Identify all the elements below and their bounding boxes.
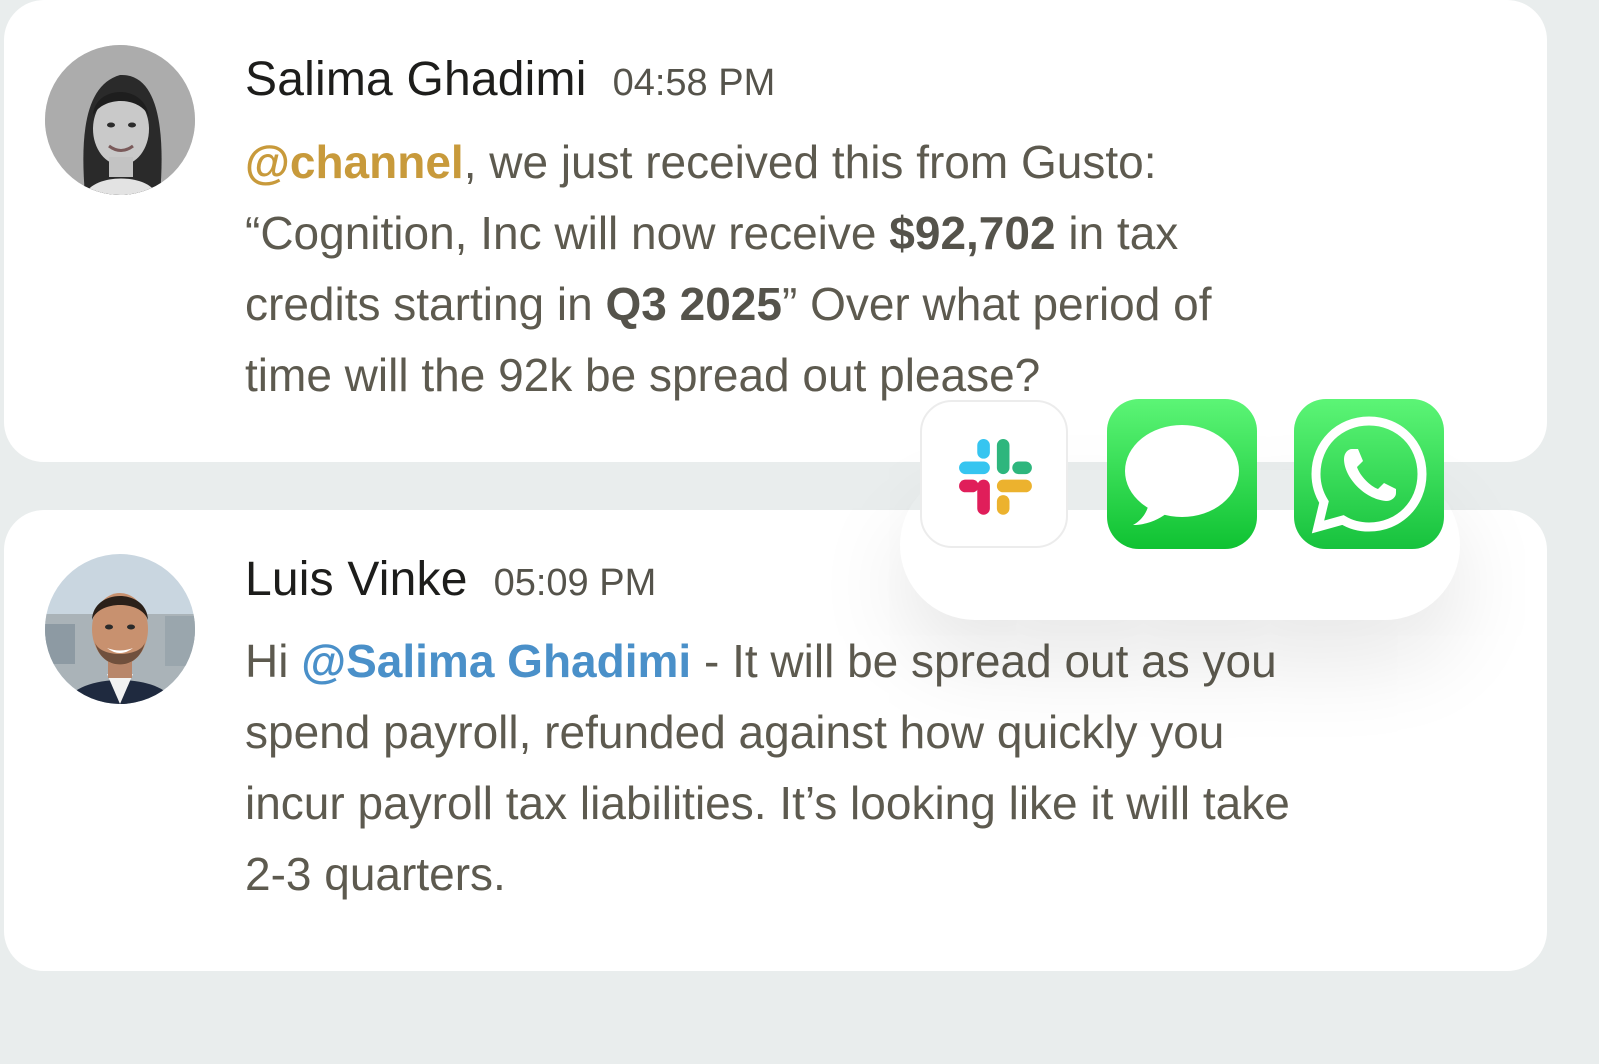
message-text: incur payroll tax liabilities. It’s look…	[245, 777, 1290, 829]
message-text: credits starting in	[245, 278, 606, 330]
message-text: Hi	[245, 635, 302, 687]
message-text: - It will be spread out as you	[691, 635, 1277, 687]
slack-logo	[959, 439, 1032, 515]
whatsapp-icon[interactable]	[1294, 399, 1444, 549]
message-text: spend payroll, refunded against how quic…	[245, 706, 1225, 758]
message-line: incur payroll tax liabilities. It’s look…	[245, 768, 1485, 839]
avatar-salima-image	[45, 45, 195, 195]
message-line: “Cognition, Inc will now receive $92,702…	[245, 198, 1485, 269]
message-text: “Cognition, Inc will now receive	[245, 207, 890, 259]
whatsapp-logo	[1311, 416, 1427, 534]
slack-icon[interactable]	[920, 400, 1068, 548]
avatar[interactable]	[45, 45, 195, 195]
message-line: @channel, we just received this from Gus…	[245, 127, 1485, 198]
timestamp: 04:58 PM	[612, 62, 776, 104]
message-body: @channel, we just received this from Gus…	[245, 127, 1485, 411]
avatar[interactable]	[45, 554, 195, 704]
avatar-luis-image	[45, 554, 195, 704]
timestamp: 05:09 PM	[493, 562, 657, 604]
message-text: , we just received this from Gusto:	[463, 136, 1157, 188]
bold-quarter: Q3 2025	[605, 278, 782, 330]
imessage-bubble	[1125, 425, 1239, 525]
message-line: credits starting in Q3 2025” Over what p…	[245, 269, 1485, 340]
message-line: time will the 92k be spread out please?	[245, 340, 1485, 411]
message-text: 2-3 quarters.	[245, 848, 506, 900]
author-name[interactable]: Salima Ghadimi	[245, 52, 587, 107]
imessage-icon[interactable]	[1107, 399, 1257, 549]
message-header: Salima Ghadimi 04:58 PM	[245, 52, 775, 107]
message-text: in tax	[1055, 207, 1179, 259]
message-body: Hi @Salima Ghadimi - It will be spread o…	[245, 626, 1485, 910]
message-text: ” Over what period of	[781, 278, 1212, 330]
channel-mention[interactable]: @channel	[245, 136, 464, 188]
message-text: time will the 92k be spread out please?	[245, 349, 1041, 401]
author-name[interactable]: Luis Vinke	[245, 552, 468, 607]
message-line: Hi @Salima Ghadimi - It will be spread o…	[245, 626, 1485, 697]
message-header: Luis Vinke 05:09 PM	[245, 552, 656, 607]
bold-amount: $92,702	[889, 207, 1056, 259]
message-line: spend payroll, refunded against how quic…	[245, 697, 1485, 768]
user-mention[interactable]: @Salima Ghadimi	[301, 635, 691, 687]
message-line: 2-3 quarters.	[245, 839, 1485, 910]
message-card-salima: Salima Ghadimi 04:58 PM @channel, we jus…	[4, 0, 1547, 462]
